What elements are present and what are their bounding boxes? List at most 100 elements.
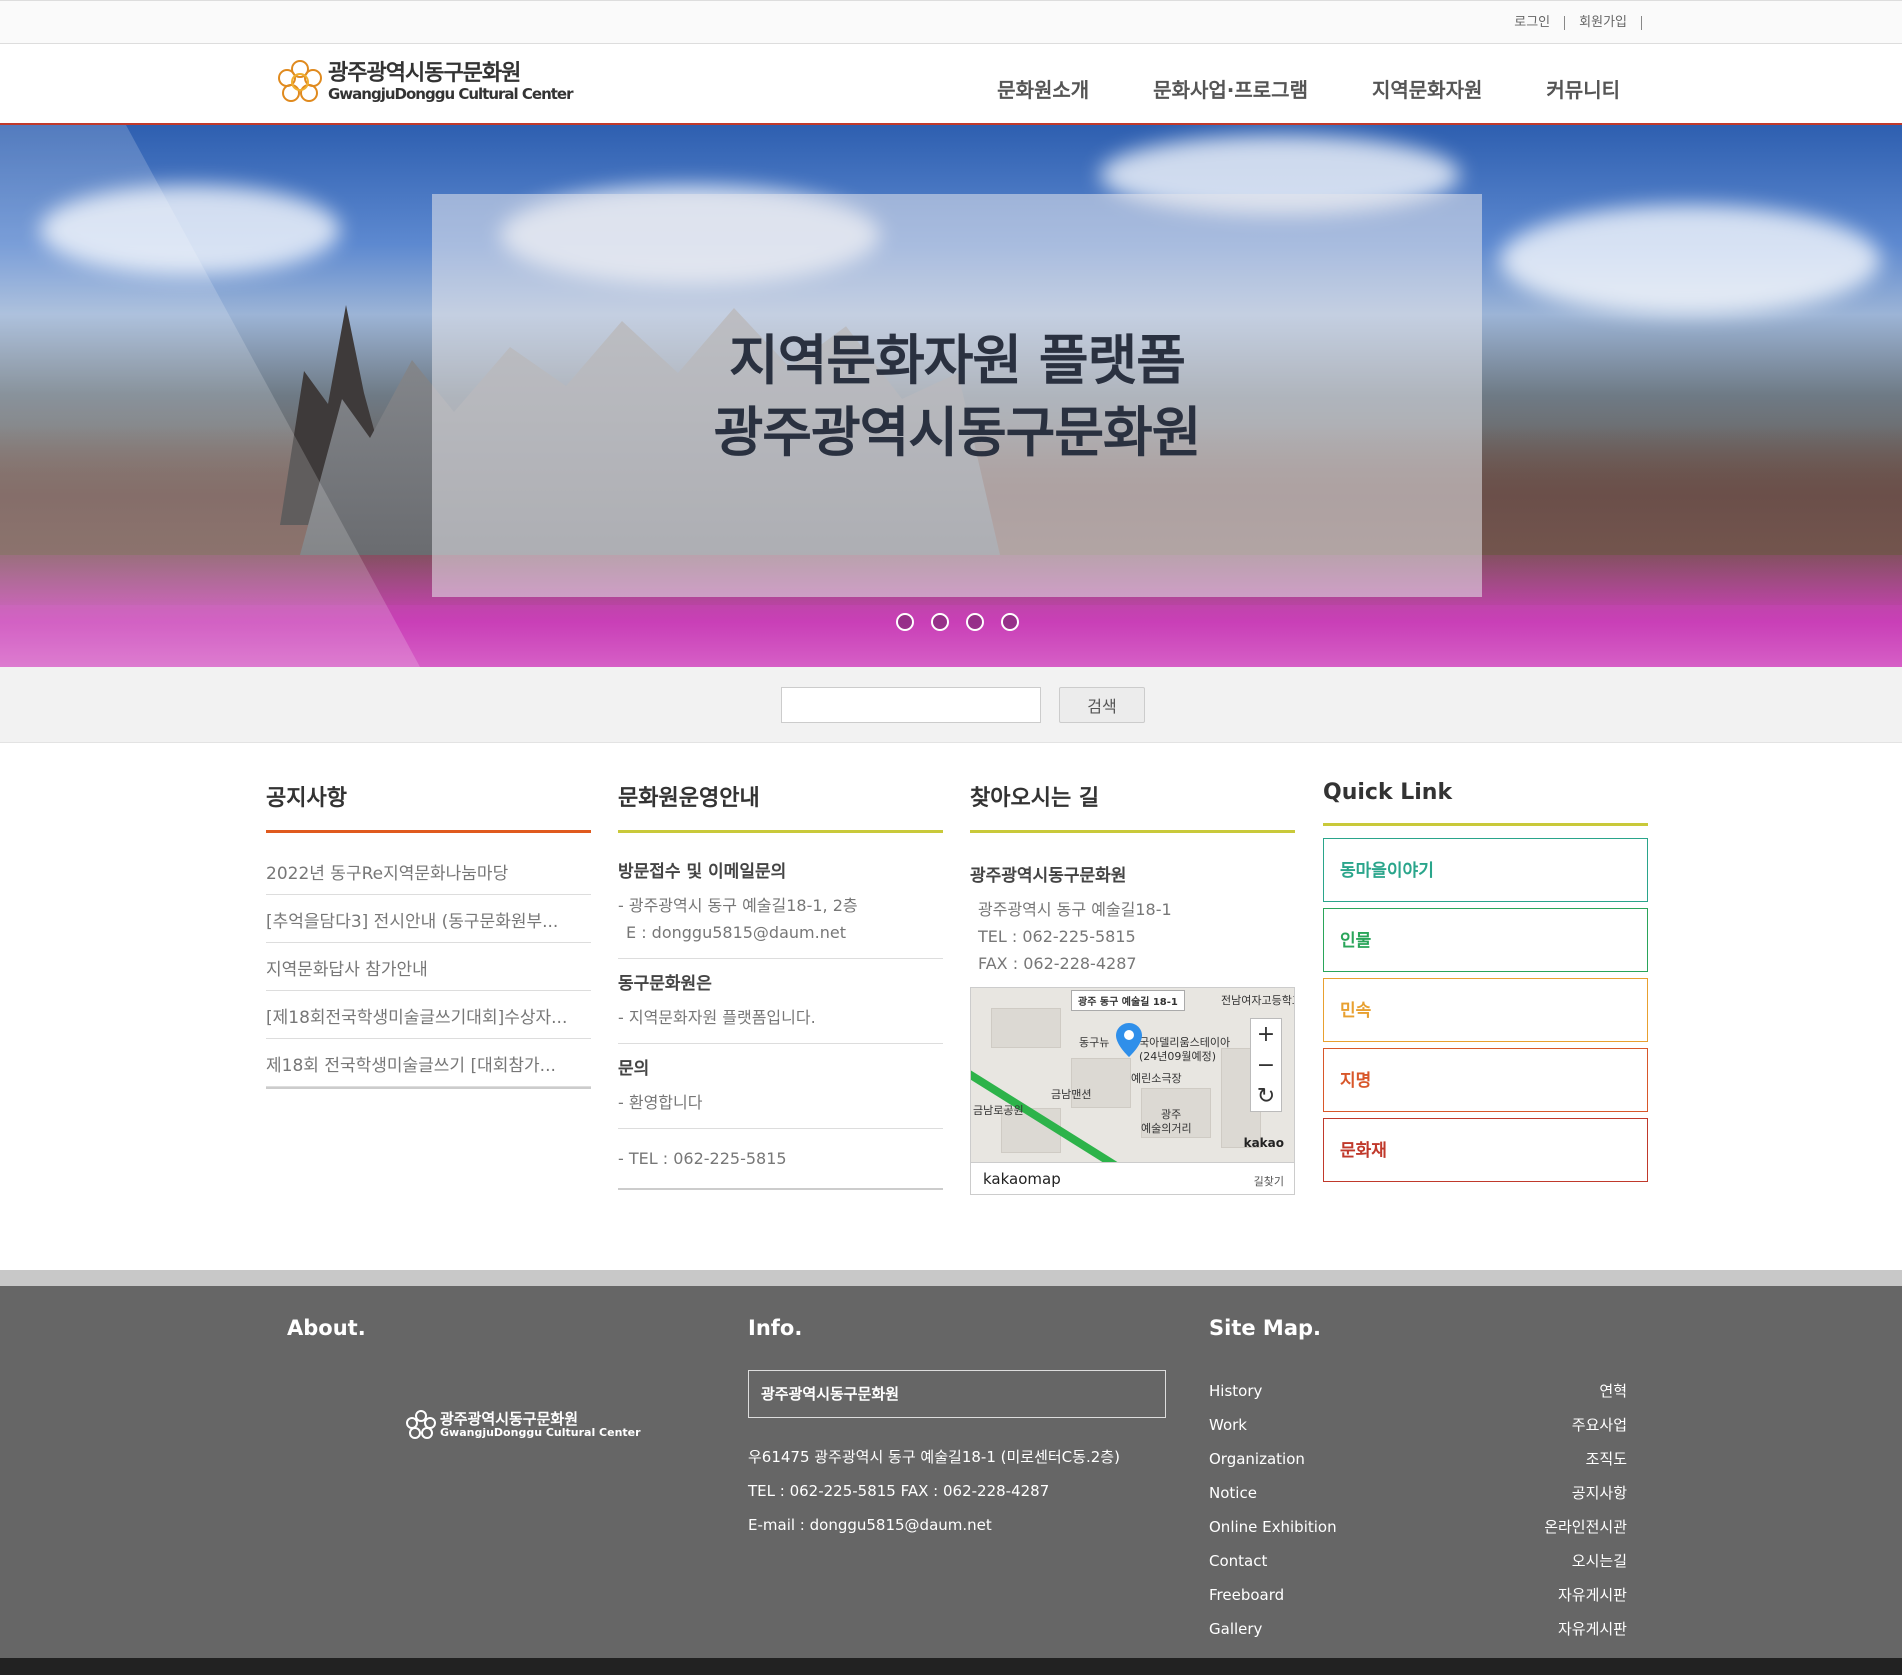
guide-section-title: 문의: [618, 1059, 650, 1079]
slider-dots: [896, 613, 1019, 631]
sitemap-ko: 공지사항: [1571, 1484, 1627, 1502]
nav-item-programs[interactable]: 문화사업·프로그램: [1153, 74, 1308, 103]
sitemap-en: Online Exhibition: [1209, 1518, 1337, 1536]
slider-dot[interactable]: [931, 613, 949, 631]
login-link[interactable]: 로그인: [1500, 16, 1566, 30]
guide-email: E : donggu5815@daum.net: [626, 923, 846, 942]
map-address-label: 광주 동구 예술길 18-1: [1071, 990, 1185, 1011]
sitemap-row[interactable]: Work 주요사업: [1209, 1408, 1627, 1442]
footer-logo: 광주광역시동구문화원 GwangjuDonggu Cultural Center: [406, 1410, 641, 1440]
hero-cloud: [1500, 205, 1880, 315]
slider-dot[interactable]: [966, 613, 984, 631]
directions-fax: FAX : 062-228-4287: [978, 954, 1137, 973]
main-nav: 문화원소개 문화사업·프로그램 지역문화자원 커뮤니티: [997, 74, 1620, 103]
map-block: [991, 1008, 1061, 1048]
guide-column: 문화원운영안내 방문접수 및 이메일문의 - 광주광역시 동구 예술길18-1,…: [618, 780, 943, 1190]
quick-link-people[interactable]: 인물: [1323, 908, 1648, 972]
join-link[interactable]: 회원가입: [1565, 16, 1642, 30]
hero-title-line1: 지역문화자원 플랫폼: [729, 329, 1186, 392]
quick-link-heritage[interactable]: 문화재: [1323, 1118, 1648, 1182]
sitemap-row[interactable]: Organization 조직도: [1209, 1442, 1627, 1476]
page: 로그인 회원가입 광주광역시동구문화원 GwangjuDonggu Cultur…: [0, 0, 1902, 1675]
utility-links: 로그인 회원가입: [1500, 16, 1642, 30]
quick-link-folklore[interactable]: 민속: [1323, 978, 1648, 1042]
sitemap-row[interactable]: Gallery 자유게시판: [1209, 1612, 1627, 1646]
map-kakao-mark: kakao: [1243, 1136, 1284, 1150]
sitemap-en: Work: [1209, 1416, 1247, 1434]
notice-item[interactable]: [추억을담다3] 전시안내 (동구문화원부...: [266, 895, 591, 943]
notice-item[interactable]: 2022년 동구Re지역문화나눔마당: [266, 847, 591, 895]
map-directions-link[interactable]: 길찾기: [1254, 1173, 1284, 1189]
directions-name: 광주광역시동구문화원: [970, 866, 1127, 886]
footer-info-title: Info.: [748, 1316, 803, 1340]
map-footer: kakaomap 길찾기: [971, 1162, 1294, 1194]
nav-item-resources[interactable]: 지역문화자원: [1372, 74, 1482, 103]
zoom-in-icon[interactable]: +: [1251, 1019, 1281, 1050]
notice-title: 공지사항: [266, 780, 591, 833]
nav-item-community[interactable]: 커뮤니티: [1546, 74, 1620, 103]
slider-dot[interactable]: [896, 613, 914, 631]
logo-name-ko: 광주광역시동구문화원: [328, 61, 521, 86]
footer-logo-name-ko: 광주광역시동구문화원: [440, 1410, 579, 1428]
sitemap-en: Contact: [1209, 1552, 1268, 1570]
footer-sitemap-title: Site Map.: [1209, 1316, 1321, 1340]
guide-section: 방문접수 및 이메일문의 - 광주광역시 동구 예술길18-1, 2층 E : …: [618, 847, 943, 959]
footer-logo-name-en: GwangjuDonggu Cultural Center: [440, 1426, 641, 1439]
bottom-bar: [0, 1658, 1902, 1675]
notice-column: 공지사항 2022년 동구Re지역문화나눔마당 [추억을담다3] 전시안내 (동…: [266, 780, 591, 1089]
sitemap-ko: 자유게시판: [1557, 1586, 1627, 1604]
notice-item[interactable]: 지역문화답사 참가안내: [266, 943, 591, 991]
footer-email: E-mail : donggu5815@daum.net: [748, 1516, 992, 1534]
sitemap-row[interactable]: Online Exhibition 온라인전시관: [1209, 1510, 1627, 1544]
map-label: 금남로공원: [973, 1104, 1024, 1117]
sitemap-row[interactable]: Freeboard 자유게시판: [1209, 1578, 1627, 1612]
quick-link-placenames[interactable]: 지명: [1323, 1048, 1648, 1112]
directions-address: 광주광역시 동구 예술길18-1: [978, 900, 1172, 919]
sitemap-ko: 자유게시판: [1557, 1620, 1627, 1638]
search-input[interactable]: [781, 687, 1041, 723]
guide-tel-row: - TEL : 062-225-5815: [618, 1129, 943, 1190]
directions-column: 찾아오시는 길 광주광역시동구문화원 광주광역시 동구 예술길18-1 TEL …: [970, 780, 1295, 1195]
logo-name-en: GwangjuDonggu Cultural Center: [328, 85, 574, 103]
guide-title: 문화원운영안내: [618, 780, 943, 833]
site-logo[interactable]: 광주광역시동구문화원 GwangjuDonggu Cultural Center: [278, 60, 574, 104]
guide-info: 방문접수 및 이메일문의 - 광주광역시 동구 예술길18-1, 2층 E : …: [618, 847, 943, 1190]
quick-link-village[interactable]: 동마을이야기: [1323, 838, 1648, 902]
hero-title-line2: 광주광역시동구문화원: [713, 401, 1202, 464]
map-label: (24년09월예정): [1139, 1050, 1217, 1063]
search-button[interactable]: 검색: [1059, 687, 1145, 723]
sitemap-row[interactable]: Notice 공지사항: [1209, 1476, 1627, 1510]
map-label: 동구뉴: [1079, 1036, 1110, 1049]
utility-bar: 로그인 회원가입: [0, 0, 1902, 44]
sitemap-row[interactable]: Contact 오시는길: [1209, 1544, 1627, 1578]
guide-section-title: 동구문화원은: [618, 974, 712, 994]
map-pin-icon: [1116, 1023, 1142, 1057]
sitemap-row[interactable]: History 연혁: [1209, 1374, 1627, 1408]
guide-text: - 지역문화자원 플랫폼입니다.: [618, 1008, 816, 1027]
quick-link-column: Quick Link 동마을이야기 인물 민속 지명 문화재: [1323, 780, 1648, 1188]
footer: About. Info. Site Map. 광주광역시동구문화원 Gwangj…: [0, 1270, 1902, 1658]
guide-tel: - TEL : 062-225-5815: [618, 1149, 787, 1168]
nav-item-about[interactable]: 문화원소개: [997, 74, 1089, 103]
quick-link-list: 동마을이야기 인물 민속 지명 문화재: [1323, 838, 1648, 1182]
guide-section: 동구문화원은 - 지역문화자원 플랫폼입니다.: [618, 959, 943, 1044]
slider-dot[interactable]: [1001, 613, 1019, 631]
sitemap-en: Notice: [1209, 1484, 1257, 1502]
map-label: 예술의거리: [1141, 1122, 1192, 1135]
map-zoom-controls: + − ↻: [1250, 1018, 1282, 1112]
notice-item[interactable]: [제18회전국학생미술글쓰기대회]수상자...: [266, 991, 591, 1039]
hero-title: 지역문화자원 플랫폼 광주광역시동구문화원: [432, 325, 1482, 469]
map-label: 금남맨션: [1051, 1088, 1092, 1101]
kakao-map[interactable]: 광주 동구 예술길 18-1 전남여자고등학교 동구뉴 국아델리움스테이아 (2…: [970, 987, 1295, 1195]
footer-about-title: About.: [287, 1316, 366, 1340]
hero-slider: 지역문화자원 플랫폼 광주광역시동구문화원: [0, 125, 1902, 667]
sitemap-ko: 오시는길: [1571, 1552, 1627, 1570]
search-bar: 검색: [0, 667, 1902, 743]
kakaomap-logo: kakaomap: [983, 1170, 1061, 1188]
refresh-icon[interactable]: ↻: [1251, 1081, 1281, 1112]
sitemap-en: Gallery: [1209, 1620, 1263, 1638]
zoom-out-icon[interactable]: −: [1251, 1050, 1281, 1081]
sitemap-en: History: [1209, 1382, 1263, 1400]
logo-flower-icon: [278, 60, 322, 104]
notice-item[interactable]: 제18회 전국학생미술글쓰기 [대회참가...: [266, 1039, 591, 1087]
